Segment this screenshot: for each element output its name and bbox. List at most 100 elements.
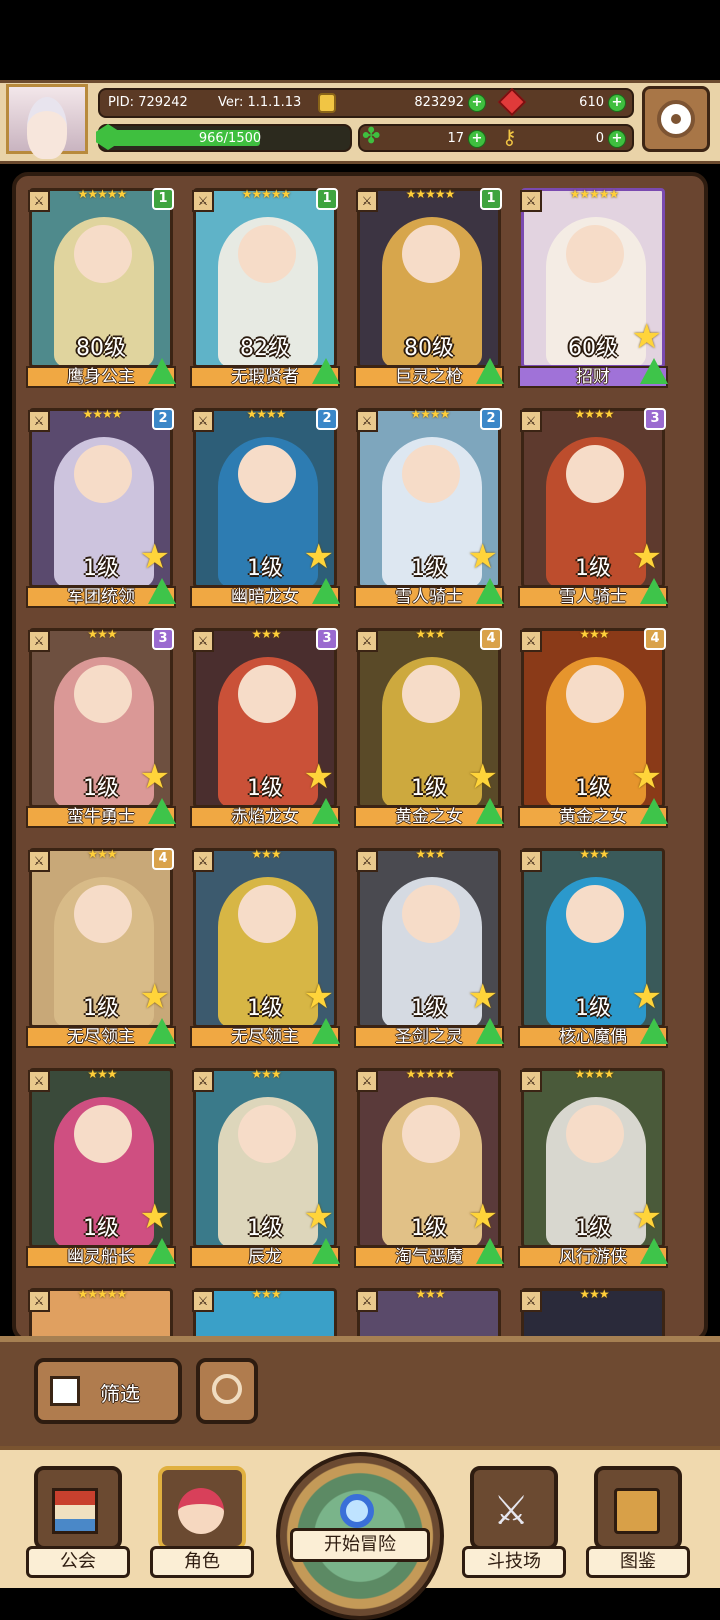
character-card[interactable]: ⚔ ★★★★★ ★ 1级 淘气恶魔 — [354, 1066, 504, 1268]
character-card[interactable]: ⚔ ★★★ 4 ★ 1级 黄金之女 — [518, 626, 668, 828]
weapon-type-icon: ⚔ — [28, 630, 50, 652]
player-avatar[interactable] — [6, 84, 88, 159]
weapon-type-icon: ⚔ — [356, 1290, 378, 1312]
level-up-arrow-icon[interactable] — [476, 798, 504, 824]
weapon-type-icon: ⚔ — [192, 1290, 214, 1312]
gold-amount: 823292 — [414, 95, 464, 110]
level-up-arrow-icon[interactable] — [312, 1018, 340, 1044]
character-card[interactable]: ⚔ ★★★★ 2 ★ 1级 军团统领 — [26, 406, 176, 608]
level-up-arrow-icon[interactable] — [148, 578, 176, 604]
nav-character[interactable]: 角色 — [150, 1466, 260, 1584]
character-card[interactable]: ⚔ ★★★ 3 ★ 1级 赤焰龙女 — [190, 626, 340, 828]
weapon-type-icon: ⚔ — [356, 1070, 378, 1092]
level-up-arrow-icon[interactable] — [640, 798, 668, 824]
weapon-type-icon: ⚔ — [28, 190, 50, 212]
weapon-type-icon: ⚔ — [192, 410, 214, 432]
weapon-type-icon: ⚔ — [28, 850, 50, 872]
level-up-arrow-icon[interactable] — [640, 1238, 668, 1264]
nav-guild[interactable]: 公会 — [26, 1466, 136, 1584]
level-up-arrow-icon[interactable] — [476, 578, 504, 604]
gem-amount: 610 — [579, 95, 604, 110]
rarity-stars: ★★★ — [579, 627, 609, 641]
filter-button[interactable]: 筛选 — [34, 1358, 182, 1424]
gear-icon — [657, 100, 695, 138]
character-card[interactable]: ⚔ ★★★★ 2 ★ 1级 雪人骑士 — [354, 406, 504, 608]
nav-codex[interactable]: 图鉴 — [586, 1466, 696, 1584]
character-card[interactable]: ⚔ ★★★ 4 ★ 1级 黄金之女 — [354, 626, 504, 828]
character-card[interactable]: ⚔ ★★★★ 2 ★ 1级 幽暗龙女 — [190, 406, 340, 608]
character-card[interactable]: ⚔ ★★★ ★ 1级 圣剑之灵 — [354, 846, 504, 1048]
rarity-stars: ★★★★ — [574, 407, 614, 421]
level-up-arrow-icon[interactable] — [148, 798, 176, 824]
refresh-button[interactable] — [196, 1358, 258, 1424]
level-up-arrow-icon[interactable] — [640, 578, 668, 604]
weapon-type-icon: ⚔ — [520, 1070, 542, 1092]
character-card[interactable]: ⚔ ★★★ ★ 1级 核心魔偶 — [518, 846, 668, 1048]
clover-icon: ✤ — [362, 124, 381, 149]
add-clover-button[interactable]: + — [468, 130, 486, 148]
nav-arena-label: 斗技场 — [462, 1546, 566, 1578]
level-up-arrow-icon[interactable] — [476, 1018, 504, 1044]
character-card[interactable]: ⚔ ★★★★ ★ 1级 风行游侠 — [518, 1066, 668, 1268]
rank-badge: 3 — [644, 408, 666, 430]
rarity-stars: ★★★ — [415, 847, 445, 861]
character-card[interactable]: ⚔ ★★★ ★ 1级 幽灵船长 — [26, 1066, 176, 1268]
add-gem-button[interactable]: + — [608, 94, 626, 112]
level-up-arrow-icon[interactable] — [312, 1238, 340, 1264]
character-card-partial[interactable]: ⚔ ★★★★★ — [26, 1286, 176, 1338]
rarity-stars: ★★★★★ — [569, 187, 620, 201]
rarity-stars: ★★★ — [251, 1067, 281, 1081]
weapon-type-icon: ⚔ — [520, 850, 542, 872]
settings-gear-button[interactable] — [642, 86, 710, 152]
character-card[interactable]: ⚔ ★★★★★ ★ 60级 招财 — [518, 186, 668, 388]
character-card[interactable]: ⚔ ★★★ 3 ★ 1级 蛮牛勇士 — [26, 626, 176, 828]
guild-house-icon — [52, 1488, 98, 1534]
nav-start-adventure[interactable]: 开始冒险 — [270, 1452, 450, 1620]
character-card-partial[interactable]: ⚔ ★★★ — [190, 1286, 340, 1338]
character-card[interactable]: ⚔ ★★★★★ 1 80级 鹰身公主 — [26, 186, 176, 388]
level-up-arrow-icon[interactable] — [640, 1018, 668, 1044]
book-icon — [614, 1488, 660, 1534]
rarity-stars: ★★★ — [251, 1287, 281, 1301]
rank-badge: 3 — [152, 628, 174, 650]
level-up-arrow-icon[interactable] — [312, 358, 340, 384]
gold-coin-icon — [318, 93, 336, 113]
character-card[interactable]: ⚔ ★★★★ 3 ★ 1级 雪人骑士 — [518, 406, 668, 608]
rarity-stars: ★★★★ — [410, 407, 450, 421]
weapon-type-icon: ⚔ — [356, 190, 378, 212]
character-card[interactable]: ⚔ ★★★★★ 1 82级 无瑕贤者 — [190, 186, 340, 388]
rarity-stars: ★★★ — [579, 1287, 609, 1301]
rarity-stars: ★★★★ — [82, 407, 122, 421]
character-card[interactable]: ⚔ ★★★ 4 ★ 1级 无尽领主 — [26, 846, 176, 1048]
key-icon: ⚷ — [502, 125, 517, 149]
nav-character-label: 角色 — [150, 1546, 254, 1578]
rarity-stars: ★★★★★ — [405, 1067, 456, 1081]
key-amount: 0 — [595, 131, 604, 146]
level-up-arrow-icon[interactable] — [312, 578, 340, 604]
character-card[interactable]: ⚔ ★★★★★ 1 80级 巨灵之枪 — [354, 186, 504, 388]
refresh-icon — [212, 1374, 242, 1404]
level-up-arrow-icon[interactable] — [312, 798, 340, 824]
rank-badge: 2 — [152, 408, 174, 430]
level-up-arrow-icon[interactable] — [148, 1238, 176, 1264]
level-up-arrow-icon[interactable] — [476, 358, 504, 384]
character-card-partial[interactable]: ⚔ ★★★ — [354, 1286, 504, 1338]
level-up-arrow-icon[interactable] — [148, 1018, 176, 1044]
rarity-stars: ★★★★★ — [405, 187, 456, 201]
character-card[interactable]: ⚔ ★★★ ★ 1级 无尽领主 — [190, 846, 340, 1048]
add-key-button[interactable]: + — [608, 130, 626, 148]
character-card[interactable]: ⚔ ★★★ ★ 1级 辰龙 — [190, 1066, 340, 1268]
rarity-stars: ★★★ — [251, 847, 281, 861]
nav-arena[interactable]: ⚔ 斗技场 — [462, 1466, 572, 1584]
level-up-arrow-icon[interactable] — [148, 358, 176, 384]
grid-filter-icon — [50, 1376, 80, 1406]
rarity-stars: ★★★★ — [246, 407, 286, 421]
weapon-type-icon: ⚔ — [520, 410, 542, 432]
add-gold-button[interactable]: + — [468, 94, 486, 112]
character-card-partial[interactable]: ⚔ ★★★ — [518, 1286, 668, 1338]
level-up-arrow-icon[interactable] — [640, 358, 668, 384]
version-label: Ver: 1.1.1.13 — [218, 95, 302, 110]
weapon-type-icon: ⚔ — [520, 1290, 542, 1312]
rarity-stars: ★★★★★ — [77, 1287, 128, 1301]
level-up-arrow-icon[interactable] — [476, 1238, 504, 1264]
